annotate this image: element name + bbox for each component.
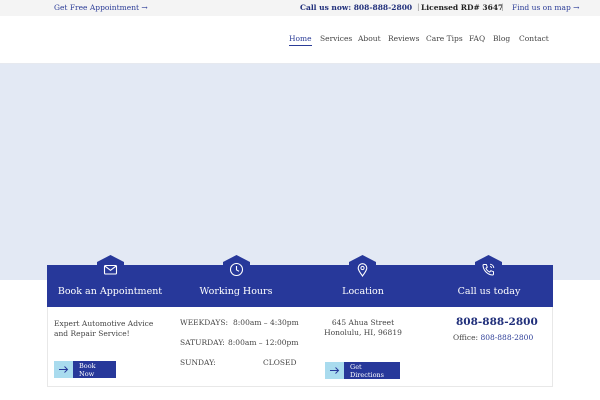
call-now-link[interactable]: Call us now: 808-888-2800 [300, 3, 412, 12]
hours-day: SATURDAY: [180, 338, 225, 347]
arrow-right-icon [54, 361, 73, 378]
location-badge [349, 255, 376, 283]
hours-day: WEEKDAYS: [180, 318, 229, 327]
office-phone: Office: 808-888-2800 [453, 333, 533, 342]
hours-badge [223, 255, 250, 283]
nav-faq[interactable]: FAQ [469, 34, 485, 43]
office-phone-link[interactable]: 808-888-2800 [480, 333, 533, 342]
location-title: Location [342, 286, 384, 297]
hours-day: SUNDAY: [180, 358, 216, 367]
nav-services[interactable]: Services [320, 34, 352, 43]
nav-reviews[interactable]: Reviews [388, 34, 419, 43]
get-directions-button[interactable]: Get Directions [325, 362, 400, 379]
site-header: Home Services About Reviews Care Tips FA… [0, 16, 600, 64]
find-on-map-link[interactable]: Find us on map → [512, 3, 579, 12]
hours-time: CLOSED [263, 358, 297, 367]
map-pin-icon [357, 263, 368, 277]
call-title: Call us today [457, 286, 521, 297]
appointment-title: Book an Appointment [57, 286, 163, 297]
hero-banner [0, 64, 600, 280]
office-label: Office: [453, 333, 479, 342]
topbar-separator: | [417, 2, 420, 11]
address-line-2: Honolulu, HI, 96819 [324, 328, 402, 337]
nav-care-tips[interactable]: Care Tips [426, 34, 463, 43]
hours-title: Working Hours [199, 286, 273, 297]
get-directions-label: Get Directions [344, 362, 400, 379]
arrow-right-icon [325, 362, 344, 379]
phone-number[interactable]: 808-888-2800 [456, 316, 538, 328]
book-now-button[interactable]: Book Now [54, 361, 116, 378]
appointment-text: Expert Automotive Advice and Repair Serv… [54, 319, 154, 338]
hours-time: 8:00am – 4:30pm [233, 318, 299, 327]
top-bar: Get Free Appointment → Call us now: 808-… [0, 0, 600, 16]
nav-about[interactable]: About [358, 34, 381, 43]
appointment-badge [97, 255, 124, 283]
envelope-icon [103, 264, 118, 275]
address-line-1: 645 Ahua Street [331, 318, 395, 327]
free-appointment-link[interactable]: Get Free Appointment → [54, 3, 148, 12]
clock-icon [229, 262, 244, 277]
hours-time: 8:00am – 12:00pm [228, 338, 299, 347]
nav-contact[interactable]: Contact [519, 34, 549, 43]
book-now-label: Book Now [73, 361, 116, 378]
nav-blog[interactable]: Blog [493, 34, 510, 43]
call-badge [475, 255, 502, 283]
nav-home[interactable]: Home [289, 34, 312, 46]
license-number: Licensed RD# 3647 [421, 3, 504, 12]
topbar-separator: | [501, 2, 504, 11]
phone-icon [482, 263, 495, 276]
